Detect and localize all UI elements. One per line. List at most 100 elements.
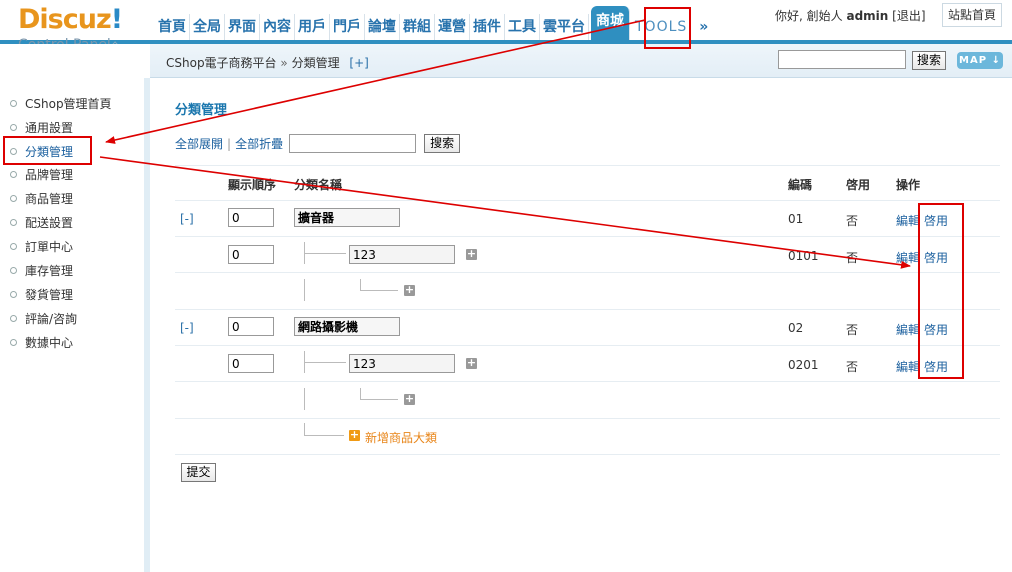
sidebar-item-order-center[interactable]: 訂單中心	[10, 238, 73, 254]
category-code: 02	[788, 321, 804, 335]
order-input[interactable]	[228, 208, 274, 227]
tree-line	[304, 388, 305, 410]
collapse-all-link[interactable]: 全部折疊	[235, 135, 283, 152]
sub-bar: CShop電子商務平台 » 分類管理 [+] 搜索 MAP ↓	[0, 44, 1012, 78]
add-subcategory-icon[interactable]: +	[404, 393, 415, 405]
nav-tools[interactable]: TOOLS	[632, 14, 692, 40]
main-nav: 首頁 全局 界面 內容 用戶 門戶 論壇 群組 運營 插件 工具 雲平台 商城 …	[155, 6, 711, 40]
nav-forum[interactable]: 論壇	[365, 14, 400, 40]
expand-all-link[interactable]: 全部展開	[175, 135, 223, 152]
bullet-icon	[10, 170, 17, 178]
site-home-button[interactable]: 站點首頁	[942, 3, 1002, 27]
sidebar-item-delivery[interactable]: 發貨管理	[10, 286, 73, 302]
nav-users[interactable]: 用戶	[295, 14, 330, 40]
tree-toolbar: 全部展開 | 全部折疊 搜索	[175, 134, 461, 153]
enabled-status: 否	[846, 360, 859, 374]
top-search-input[interactable]	[778, 50, 906, 69]
logout-link[interactable]: [退出]	[892, 9, 925, 23]
category-name-input[interactable]	[294, 317, 400, 336]
sidebar-item-general-settings[interactable]: 通用設置	[10, 119, 73, 135]
sidebar-item-product-management[interactable]: 商品管理	[10, 190, 73, 206]
nav-global[interactable]: 全局	[190, 14, 225, 40]
sidebar-item-category-management[interactable]: 分類管理	[10, 143, 73, 159]
edit-link[interactable]: 編輯	[896, 358, 920, 375]
nav-shop[interactable]: 商城	[591, 6, 630, 40]
enabled-status: 否	[846, 251, 859, 265]
nav-cloud[interactable]: 雲平台	[540, 14, 589, 40]
toolbar-separator: |	[227, 136, 232, 151]
subcategory-name-input[interactable]	[349, 245, 455, 264]
top-search-button[interactable]: 搜索	[912, 51, 946, 70]
enable-link[interactable]: 啓用	[924, 249, 948, 266]
bullet-icon	[10, 147, 17, 155]
order-input[interactable]	[228, 245, 274, 264]
breadcrumb-current: 分類管理	[291, 56, 340, 70]
bullet-icon	[10, 314, 17, 322]
add-category-icon[interactable]: +	[349, 429, 360, 441]
nav-home[interactable]: 首頁	[155, 14, 190, 40]
sidebar-item-data-center[interactable]: 數據中心	[10, 334, 73, 350]
tree-line	[304, 253, 346, 254]
category-name-input[interactable]	[294, 208, 400, 227]
collapse-toggle[interactable]: [-]	[180, 212, 194, 226]
add-subcategory-icon[interactable]: +	[404, 284, 415, 296]
category-code: 01	[788, 212, 804, 226]
edit-link[interactable]: 編輯	[896, 321, 920, 338]
add-shortcut-button[interactable]: [+]	[349, 56, 368, 70]
enabled-status: 否	[846, 214, 859, 228]
nav-interface[interactable]: 界面	[225, 14, 260, 40]
main-content: 分類管理 全部展開 | 全部折疊 搜索 顯示順序 分類名稱 編碼 啓用 操作 […	[156, 79, 1012, 572]
sidebar-item-brand-management[interactable]: 品牌管理	[10, 166, 73, 182]
edit-link[interactable]: 編輯	[896, 249, 920, 266]
collapse-toggle[interactable]: [-]	[180, 321, 194, 335]
arrow-down-icon: ↓	[991, 55, 1001, 66]
header-order: 顯示順序	[228, 178, 277, 192]
enable-link[interactable]: 啓用	[924, 358, 948, 375]
sidebar-item-cshop-home[interactable]: CShop管理首頁	[10, 95, 112, 111]
user-name: admin	[846, 9, 889, 23]
enable-link[interactable]: 啓用	[924, 212, 948, 229]
page-title: 分類管理	[175, 103, 228, 118]
bullet-icon	[10, 290, 17, 298]
breadcrumb-separator: »	[280, 56, 288, 70]
logo-name: Discuz	[18, 4, 112, 35]
order-input[interactable]	[228, 317, 274, 336]
nav-operations[interactable]: 運營	[435, 14, 470, 40]
sidebar-item-reviews[interactable]: 評論/咨詢	[10, 310, 77, 326]
enable-link[interactable]: 啓用	[924, 321, 948, 338]
category-search-button[interactable]: 搜索	[424, 134, 461, 153]
sidebar-item-shipping-settings[interactable]: 配送設置	[10, 214, 73, 230]
category-search-input[interactable]	[289, 134, 417, 153]
enabled-status: 否	[846, 323, 859, 337]
bullet-icon	[10, 218, 17, 226]
map-button-label: MAP	[959, 55, 988, 66]
add-child-icon[interactable]: +	[466, 357, 477, 369]
tree-line	[360, 399, 398, 400]
edit-link[interactable]: 編輯	[896, 212, 920, 229]
tree-line	[304, 279, 305, 301]
sidebar-item-inventory[interactable]: 庫存管理	[10, 262, 73, 278]
user-greeting: 你好, 創始人	[775, 9, 843, 23]
breadcrumb: CShop電子商務平台 » 分類管理 [+]	[166, 54, 369, 71]
add-category-link[interactable]: 新增商品大類	[365, 429, 437, 446]
nav-tools-cn[interactable]: 工具	[505, 14, 540, 40]
nav-groups[interactable]: 群組	[400, 14, 435, 40]
breadcrumb-root[interactable]: CShop電子商務平台	[166, 56, 277, 70]
category-code: 0101	[788, 249, 819, 263]
tree-line	[304, 423, 305, 435]
tree-line	[360, 290, 398, 291]
submit-button[interactable]: 提交	[181, 463, 216, 482]
sidebar: CShop管理首頁 通用設置 分類管理 品牌管理 商品管理 配送設置 訂單中心 …	[0, 78, 150, 572]
add-child-icon[interactable]: +	[466, 248, 477, 260]
nav-plugins[interactable]: 插件	[470, 14, 505, 40]
order-input[interactable]	[228, 354, 274, 373]
nav-portal[interactable]: 門戶	[330, 14, 365, 40]
nav-more-button[interactable]: »	[691, 14, 711, 40]
bullet-icon	[10, 99, 17, 107]
tree-line	[304, 362, 346, 363]
category-code: 0201	[788, 358, 819, 372]
map-button[interactable]: MAP ↓	[957, 52, 1003, 69]
subcategory-name-input[interactable]	[349, 354, 455, 373]
header-enabled: 啓用	[846, 178, 871, 192]
nav-content[interactable]: 內容	[260, 14, 295, 40]
